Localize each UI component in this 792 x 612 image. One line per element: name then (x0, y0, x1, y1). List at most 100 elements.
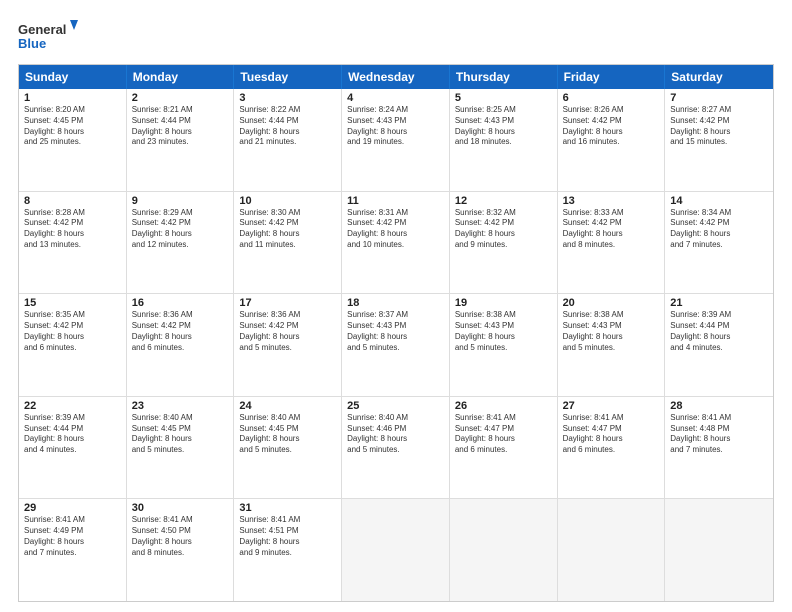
day-number: 27 (563, 400, 660, 412)
header-thursday: Thursday (450, 65, 558, 89)
cell-info: Sunrise: 8:36 AM Sunset: 4:42 PM Dayligh… (239, 310, 336, 353)
cell-1-3: 11Sunrise: 8:31 AM Sunset: 4:42 PM Dayli… (342, 192, 450, 294)
day-number: 24 (239, 400, 336, 412)
day-number: 22 (24, 400, 121, 412)
cell-2-6: 21Sunrise: 8:39 AM Sunset: 4:44 PM Dayli… (665, 294, 773, 396)
cell-4-2: 31Sunrise: 8:41 AM Sunset: 4:51 PM Dayli… (234, 499, 342, 601)
day-number: 30 (132, 502, 229, 514)
cell-info: Sunrise: 8:40 AM Sunset: 4:46 PM Dayligh… (347, 413, 444, 456)
cell-info: Sunrise: 8:24 AM Sunset: 4:43 PM Dayligh… (347, 105, 444, 148)
cell-0-5: 6Sunrise: 8:26 AM Sunset: 4:42 PM Daylig… (558, 89, 666, 191)
day-number: 2 (132, 92, 229, 104)
cell-2-1: 16Sunrise: 8:36 AM Sunset: 4:42 PM Dayli… (127, 294, 235, 396)
day-number: 1 (24, 92, 121, 104)
cell-0-6: 7Sunrise: 8:27 AM Sunset: 4:42 PM Daylig… (665, 89, 773, 191)
day-number: 13 (563, 195, 660, 207)
logo-svg: General Blue (18, 18, 78, 54)
cell-info: Sunrise: 8:34 AM Sunset: 4:42 PM Dayligh… (670, 208, 768, 251)
cell-info: Sunrise: 8:21 AM Sunset: 4:44 PM Dayligh… (132, 105, 229, 148)
day-number: 19 (455, 297, 552, 309)
calendar-page: General Blue Sunday Monday Tuesday Wedne… (0, 0, 792, 612)
day-number: 18 (347, 297, 444, 309)
cell-1-2: 10Sunrise: 8:30 AM Sunset: 4:42 PM Dayli… (234, 192, 342, 294)
day-number: 25 (347, 400, 444, 412)
cell-4-4 (450, 499, 558, 601)
day-number: 29 (24, 502, 121, 514)
day-number: 15 (24, 297, 121, 309)
day-number: 28 (670, 400, 768, 412)
header-wednesday: Wednesday (342, 65, 450, 89)
cell-2-0: 15Sunrise: 8:35 AM Sunset: 4:42 PM Dayli… (19, 294, 127, 396)
day-number: 12 (455, 195, 552, 207)
day-number: 10 (239, 195, 336, 207)
cell-info: Sunrise: 8:35 AM Sunset: 4:42 PM Dayligh… (24, 310, 121, 353)
calendar-body: 1Sunrise: 8:20 AM Sunset: 4:45 PM Daylig… (19, 89, 773, 601)
header-saturday: Saturday (665, 65, 773, 89)
calendar: Sunday Monday Tuesday Wednesday Thursday… (18, 64, 774, 602)
cell-1-1: 9Sunrise: 8:29 AM Sunset: 4:42 PM Daylig… (127, 192, 235, 294)
cell-3-3: 25Sunrise: 8:40 AM Sunset: 4:46 PM Dayli… (342, 397, 450, 499)
header-tuesday: Tuesday (234, 65, 342, 89)
day-number: 26 (455, 400, 552, 412)
cell-3-4: 26Sunrise: 8:41 AM Sunset: 4:47 PM Dayli… (450, 397, 558, 499)
cell-info: Sunrise: 8:31 AM Sunset: 4:42 PM Dayligh… (347, 208, 444, 251)
cell-info: Sunrise: 8:41 AM Sunset: 4:47 PM Dayligh… (455, 413, 552, 456)
cell-info: Sunrise: 8:39 AM Sunset: 4:44 PM Dayligh… (24, 413, 121, 456)
day-number: 21 (670, 297, 768, 309)
cell-info: Sunrise: 8:41 AM Sunset: 4:51 PM Dayligh… (239, 515, 336, 558)
day-number: 31 (239, 502, 336, 514)
cell-4-0: 29Sunrise: 8:41 AM Sunset: 4:49 PM Dayli… (19, 499, 127, 601)
cell-1-4: 12Sunrise: 8:32 AM Sunset: 4:42 PM Dayli… (450, 192, 558, 294)
cell-info: Sunrise: 8:37 AM Sunset: 4:43 PM Dayligh… (347, 310, 444, 353)
cell-2-4: 19Sunrise: 8:38 AM Sunset: 4:43 PM Dayli… (450, 294, 558, 396)
cell-info: Sunrise: 8:41 AM Sunset: 4:47 PM Dayligh… (563, 413, 660, 456)
cell-info: Sunrise: 8:25 AM Sunset: 4:43 PM Dayligh… (455, 105, 552, 148)
cell-info: Sunrise: 8:27 AM Sunset: 4:42 PM Dayligh… (670, 105, 768, 148)
cell-info: Sunrise: 8:36 AM Sunset: 4:42 PM Dayligh… (132, 310, 229, 353)
cell-4-1: 30Sunrise: 8:41 AM Sunset: 4:50 PM Dayli… (127, 499, 235, 601)
day-number: 9 (132, 195, 229, 207)
cell-3-5: 27Sunrise: 8:41 AM Sunset: 4:47 PM Dayli… (558, 397, 666, 499)
cell-3-6: 28Sunrise: 8:41 AM Sunset: 4:48 PM Dayli… (665, 397, 773, 499)
cell-2-2: 17Sunrise: 8:36 AM Sunset: 4:42 PM Dayli… (234, 294, 342, 396)
calendar-header: Sunday Monday Tuesday Wednesday Thursday… (19, 65, 773, 89)
cell-4-3 (342, 499, 450, 601)
logo: General Blue (18, 18, 78, 54)
day-number: 7 (670, 92, 768, 104)
cell-info: Sunrise: 8:41 AM Sunset: 4:50 PM Dayligh… (132, 515, 229, 558)
cell-info: Sunrise: 8:41 AM Sunset: 4:49 PM Dayligh… (24, 515, 121, 558)
cell-1-6: 14Sunrise: 8:34 AM Sunset: 4:42 PM Dayli… (665, 192, 773, 294)
week-row-0: 1Sunrise: 8:20 AM Sunset: 4:45 PM Daylig… (19, 89, 773, 191)
cell-info: Sunrise: 8:26 AM Sunset: 4:42 PM Dayligh… (563, 105, 660, 148)
cell-3-1: 23Sunrise: 8:40 AM Sunset: 4:45 PM Dayli… (127, 397, 235, 499)
cell-info: Sunrise: 8:38 AM Sunset: 4:43 PM Dayligh… (563, 310, 660, 353)
day-number: 5 (455, 92, 552, 104)
week-row-3: 22Sunrise: 8:39 AM Sunset: 4:44 PM Dayli… (19, 396, 773, 499)
cell-2-3: 18Sunrise: 8:37 AM Sunset: 4:43 PM Dayli… (342, 294, 450, 396)
cell-1-0: 8Sunrise: 8:28 AM Sunset: 4:42 PM Daylig… (19, 192, 127, 294)
cell-info: Sunrise: 8:30 AM Sunset: 4:42 PM Dayligh… (239, 208, 336, 251)
header-monday: Monday (127, 65, 235, 89)
day-number: 8 (24, 195, 121, 207)
cell-info: Sunrise: 8:38 AM Sunset: 4:43 PM Dayligh… (455, 310, 552, 353)
svg-text:Blue: Blue (18, 36, 46, 51)
week-row-1: 8Sunrise: 8:28 AM Sunset: 4:42 PM Daylig… (19, 191, 773, 294)
header: General Blue (18, 18, 774, 54)
day-number: 6 (563, 92, 660, 104)
day-number: 14 (670, 195, 768, 207)
cell-info: Sunrise: 8:20 AM Sunset: 4:45 PM Dayligh… (24, 105, 121, 148)
day-number: 3 (239, 92, 336, 104)
cell-0-2: 3Sunrise: 8:22 AM Sunset: 4:44 PM Daylig… (234, 89, 342, 191)
cell-info: Sunrise: 8:40 AM Sunset: 4:45 PM Dayligh… (239, 413, 336, 456)
cell-info: Sunrise: 8:28 AM Sunset: 4:42 PM Dayligh… (24, 208, 121, 251)
cell-0-4: 5Sunrise: 8:25 AM Sunset: 4:43 PM Daylig… (450, 89, 558, 191)
cell-info: Sunrise: 8:41 AM Sunset: 4:48 PM Dayligh… (670, 413, 768, 456)
day-number: 16 (132, 297, 229, 309)
cell-info: Sunrise: 8:32 AM Sunset: 4:42 PM Dayligh… (455, 208, 552, 251)
day-number: 20 (563, 297, 660, 309)
day-number: 4 (347, 92, 444, 104)
day-number: 17 (239, 297, 336, 309)
header-friday: Friday (558, 65, 666, 89)
cell-0-0: 1Sunrise: 8:20 AM Sunset: 4:45 PM Daylig… (19, 89, 127, 191)
cell-info: Sunrise: 8:39 AM Sunset: 4:44 PM Dayligh… (670, 310, 768, 353)
